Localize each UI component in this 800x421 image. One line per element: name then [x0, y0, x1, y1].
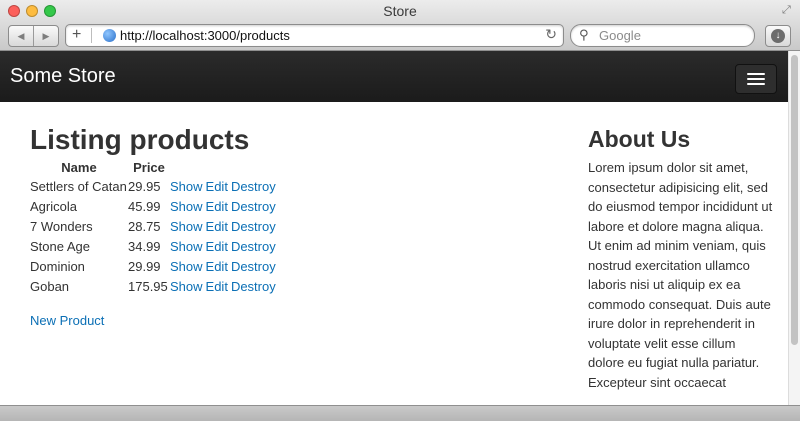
scrollbar-thumb[interactable]: [791, 55, 798, 345]
product-name: Dominion: [30, 258, 85, 274]
edit-link[interactable]: Edit: [206, 199, 228, 214]
show-link[interactable]: Show: [170, 219, 203, 234]
edit-link[interactable]: Edit: [206, 239, 228, 254]
show-link[interactable]: Show: [170, 259, 203, 274]
product-name: 7 Wonders: [30, 218, 93, 234]
add-bookmark-icon[interactable]: +: [72, 25, 81, 45]
sidebar-title: About Us: [588, 126, 691, 152]
table-row: Agricola 45.99 Show Edit Destroy: [30, 196, 279, 216]
downloads-button[interactable]: ↓: [765, 25, 791, 47]
back-button[interactable]: ◀: [9, 26, 33, 46]
about-text: Lorem ipsum dolor sit amet, consectetur …: [588, 160, 773, 390]
column-header-name: Name: [61, 159, 97, 175]
vertical-scrollbar[interactable]: [788, 51, 800, 405]
history-nav: ◀ ▶: [8, 25, 59, 47]
search-field[interactable]: ⚲ Google: [570, 24, 755, 47]
show-link[interactable]: Show: [170, 279, 203, 294]
globe-icon: [103, 29, 116, 42]
search-placeholder: Google: [599, 28, 641, 43]
site-navbar: Some Store: [0, 51, 788, 102]
edit-link[interactable]: Edit: [206, 279, 228, 294]
show-link[interactable]: Show: [170, 179, 203, 194]
product-price: 29.99: [128, 258, 161, 274]
address-divider: [91, 28, 92, 43]
destroy-link[interactable]: Destroy: [231, 239, 276, 254]
hamburger-icon-bar: [747, 73, 765, 75]
edit-link[interactable]: Edit: [206, 259, 228, 274]
table-row: Stone Age 34.99 Show Edit Destroy: [30, 236, 279, 256]
products-table-body: Settlers of Catan 29.95 Show Edit Destroy Agr…: [30, 176, 279, 296]
page-title: Listing products: [30, 124, 250, 155]
status-bar: [0, 405, 800, 421]
destroy-link[interactable]: Destroy: [231, 259, 276, 274]
window-title: Store: [383, 3, 417, 19]
row-actions: Show Edit Destroy: [170, 256, 279, 276]
destroy-link[interactable]: Destroy: [231, 219, 276, 234]
web-page: Some Store Listing products Name Price S…: [0, 51, 788, 405]
product-name: Stone Age: [30, 238, 90, 254]
forward-button[interactable]: ▶: [33, 26, 58, 46]
forward-arrow-icon: ▶: [42, 30, 50, 41]
new-product-link[interactable]: New Product: [30, 313, 450, 328]
table-header-row: Name Price: [30, 158, 279, 176]
destroy-link[interactable]: Destroy: [231, 199, 276, 214]
products-table: Name Price Settlers of Catan 29.95 Show Edi…: [30, 158, 279, 296]
brand-link[interactable]: Some Store: [10, 65, 116, 88]
product-name: Settlers of Catan: [30, 178, 127, 194]
product-price: 29.95: [128, 178, 161, 194]
back-arrow-icon: ◀: [17, 30, 25, 41]
column-header-actions: [170, 158, 279, 176]
address-bar[interactable]: + http://localhost:3000/products ↻: [65, 24, 564, 47]
reload-icon[interactable]: ↻: [545, 26, 557, 43]
column-header-price: Price: [133, 159, 165, 175]
row-actions: Show Edit Destroy: [170, 176, 279, 196]
product-name: Agricola: [30, 198, 77, 214]
destroy-link[interactable]: Destroy: [231, 279, 276, 294]
product-price: 34.99: [128, 238, 161, 254]
destroy-link[interactable]: Destroy: [231, 179, 276, 194]
row-actions: Show Edit Destroy: [170, 236, 279, 256]
hamburger-icon-bar: [747, 78, 765, 80]
row-actions: Show Edit Destroy: [170, 196, 279, 216]
search-icon: ⚲: [579, 27, 589, 42]
product-price: 175.95: [128, 278, 168, 294]
show-link[interactable]: Show: [170, 239, 203, 254]
table-row: 7 Wonders 28.75 Show Edit Destroy: [30, 216, 279, 236]
edit-link[interactable]: Edit: [206, 219, 228, 234]
product-name: Goban: [30, 278, 70, 294]
row-actions: Show Edit Destroy: [170, 216, 279, 236]
table-row: Goban 175.95 Show Edit Destroy: [30, 276, 279, 296]
url-text[interactable]: http://localhost:3000/products: [120, 28, 290, 43]
edit-link[interactable]: Edit: [206, 179, 228, 194]
hamburger-icon-bar: [747, 83, 765, 85]
table-row: Settlers of Catan 29.95 Show Edit Destroy: [30, 176, 279, 196]
about-sidebar: About Us Lorem ipsum dolor sit amet, con…: [588, 121, 773, 392]
fullscreen-icon[interactable]: ⤢: [782, 4, 794, 16]
product-price: 28.75: [128, 218, 161, 234]
download-icon: ↓: [771, 29, 785, 43]
menu-toggle-button[interactable]: [735, 64, 777, 94]
window-titlebar: Store ⤢ ◀ ▶ + http://localhost:3000/prod…: [0, 0, 800, 51]
show-link[interactable]: Show: [170, 199, 203, 214]
row-actions: Show Edit Destroy: [170, 276, 279, 296]
table-row: Dominion 29.99 Show Edit Destroy: [30, 256, 279, 276]
main-content: Listing products Name Price Settlers of …: [30, 121, 450, 328]
product-price: 45.99: [128, 198, 161, 214]
